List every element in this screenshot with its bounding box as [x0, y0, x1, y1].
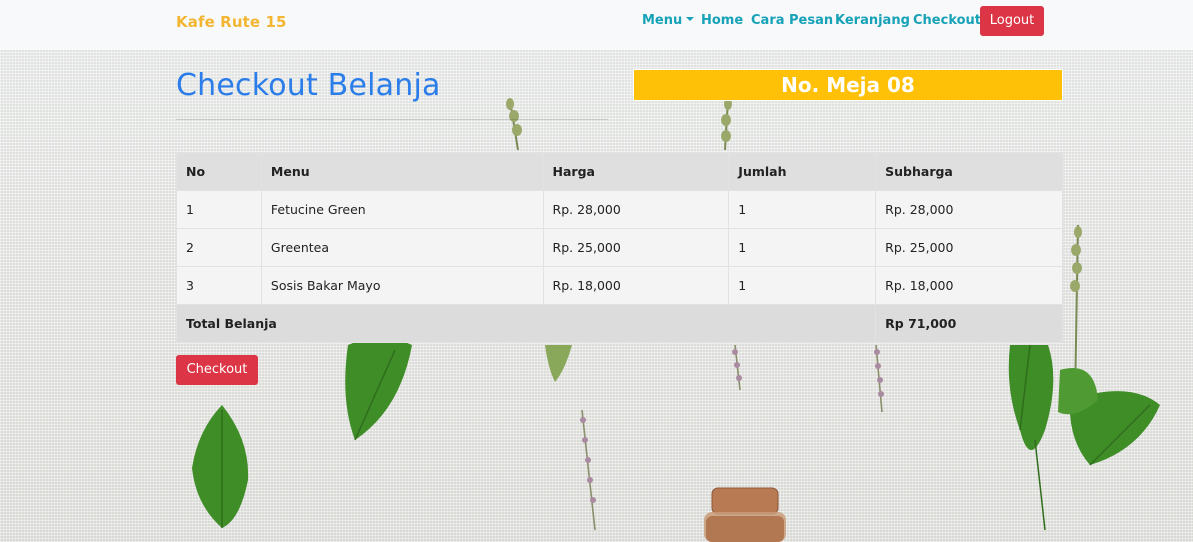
nav-menu-label: Menu: [642, 13, 683, 28]
nav-checkout[interactable]: Checkout: [913, 13, 981, 28]
table-number-badge: No. Meja 08: [633, 69, 1063, 101]
total-label: Total Belanja: [175, 304, 877, 343]
total-row: Total Belanja Rp 71,000: [175, 304, 1063, 343]
checkout-table: No Menu Harga Jumlah Subharga 1 Fetucine…: [175, 152, 1063, 343]
cell-no: 3: [176, 266, 262, 305]
cell-subharga: Rp. 25,000: [875, 228, 1063, 267]
title-divider: [176, 119, 608, 120]
chevron-down-icon: [686, 17, 695, 21]
table-row: 2 Greentea Rp. 25,000 1 Rp. 25,000: [176, 228, 1063, 267]
header-harga: Harga: [542, 152, 730, 191]
checkout-button[interactable]: Checkout: [176, 355, 258, 385]
cell-jumlah: 1: [728, 228, 877, 267]
nav-home[interactable]: Home: [701, 13, 743, 28]
brand-link[interactable]: Kafe Rute 15: [176, 13, 287, 31]
cell-subharga: Rp. 18,000: [875, 266, 1063, 305]
cell-menu: Sosis Bakar Mayo: [260, 266, 544, 305]
table-row: 1 Fetucine Green Rp. 28,000 1 Rp. 28,000: [176, 190, 1063, 229]
header-jumlah: Jumlah: [728, 152, 877, 191]
cell-harga: Rp. 25,000: [542, 228, 730, 267]
total-value: Rp 71,000: [875, 304, 1063, 343]
cell-no: 2: [176, 228, 262, 267]
cell-subharga: Rp. 28,000: [875, 190, 1063, 229]
cell-jumlah: 1: [728, 266, 877, 305]
cell-menu: Greentea: [260, 228, 544, 267]
cell-no: 1: [176, 190, 262, 229]
page-title: Checkout Belanja: [176, 68, 441, 103]
table-row: 3 Sosis Bakar Mayo Rp. 18,000 1 Rp. 18,0…: [176, 266, 1063, 305]
cell-jumlah: 1: [728, 190, 877, 229]
nav-cara-pesan[interactable]: Cara Pesan: [751, 13, 833, 28]
cell-menu: Fetucine Green: [260, 190, 544, 229]
nav-menu-dropdown[interactable]: Menu: [642, 13, 695, 28]
header-subharga: Subharga: [875, 152, 1063, 191]
table-header-row: No Menu Harga Jumlah Subharga: [176, 152, 1063, 191]
nav-keranjang[interactable]: Keranjang: [835, 13, 910, 28]
navbar: Kafe Rute 15 Menu Home Cara Pesan Keranj…: [0, 0, 1193, 50]
cell-harga: Rp. 18,000: [542, 266, 730, 305]
header-menu: Menu: [260, 152, 544, 191]
cell-harga: Rp. 28,000: [542, 190, 730, 229]
header-no: No: [176, 152, 262, 191]
logout-button[interactable]: Logout: [980, 6, 1044, 36]
